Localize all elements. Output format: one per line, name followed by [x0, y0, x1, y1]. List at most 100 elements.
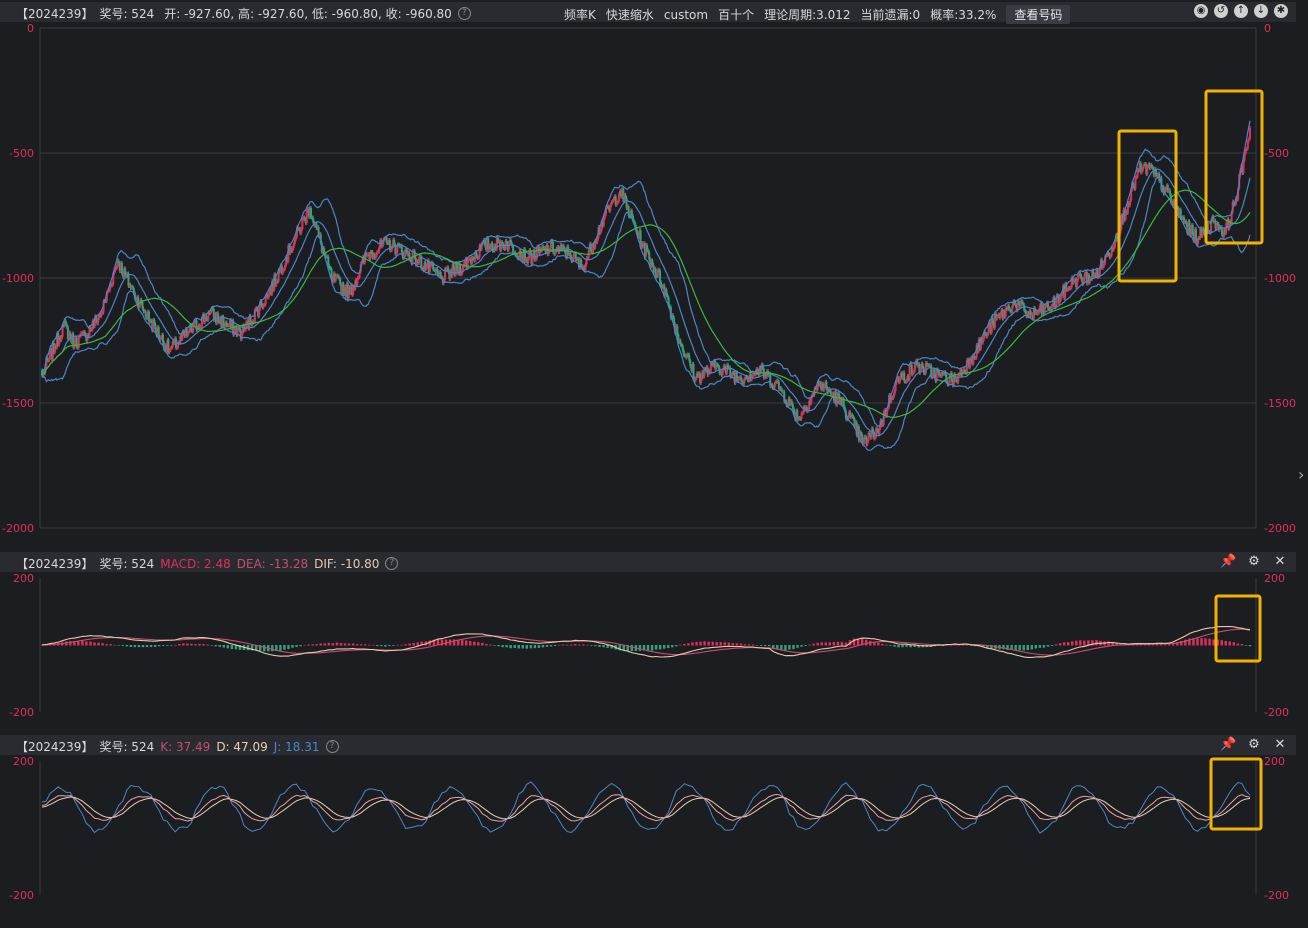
macd-bar — [683, 643, 686, 646]
macd-bar — [1042, 645, 1046, 648]
macd-bar — [489, 644, 492, 646]
macd-value: MACD: 2.48 — [160, 556, 231, 571]
kdj-help-icon[interactable]: ? — [325, 740, 339, 753]
macd-bar — [703, 641, 706, 646]
kdj-settings-icon[interactable]: ⚙ — [1246, 737, 1262, 753]
y-tick-label: -500 — [9, 147, 34, 160]
highlight-box — [1214, 594, 1262, 663]
macd-bar — [590, 645, 593, 646]
macd-bar — [671, 645, 674, 648]
kdj-close-icon[interactable]: ✕ — [1272, 737, 1288, 753]
kdj-chart[interactable]: 200 200 -200 -200 — [0, 755, 1296, 905]
header-item-custom[interactable]: custom — [664, 8, 708, 22]
kdj-winning-number: 奖号: 524 — [99, 740, 155, 754]
macd-bar — [630, 645, 634, 652]
macd-bar — [376, 645, 379, 647]
macd-bar — [566, 644, 569, 646]
macd-bar — [650, 645, 654, 651]
macd-bar — [1240, 644, 1244, 646]
macd-bar — [1212, 639, 1215, 646]
macd-bar — [1066, 642, 1070, 646]
header-item-digits[interactable]: 百十个 — [718, 6, 754, 23]
macd-bar — [743, 644, 747, 646]
arrow-down-icon[interactable]: ↓ — [1254, 4, 1268, 18]
macd-bar — [901, 645, 904, 648]
macd-bar — [529, 645, 533, 649]
macd-bar — [828, 642, 832, 646]
macd-bar — [380, 645, 383, 647]
d-line — [41, 796, 1251, 820]
macd-bar — [226, 645, 230, 649]
macd-bar — [739, 643, 743, 646]
arrow-up-icon[interactable]: ↑ — [1234, 4, 1248, 18]
macd-bar — [727, 642, 731, 646]
macd-bar — [788, 645, 791, 650]
macd-bar — [153, 645, 157, 647]
macd-bar — [283, 645, 286, 650]
macd-close-icon[interactable]: ✕ — [1272, 554, 1288, 570]
macd-bar — [291, 645, 294, 648]
macd-bar — [214, 645, 217, 647]
settings-icon[interactable]: ✱ — [1274, 4, 1288, 18]
macd-bar — [832, 642, 836, 646]
macd-bar — [355, 644, 359, 646]
macd-bar — [1204, 638, 1207, 646]
macd-bar — [392, 645, 395, 646]
macd-bar — [1054, 644, 1058, 646]
macd-settings-icon[interactable]: ⚙ — [1246, 554, 1262, 570]
macd-bar — [452, 639, 456, 646]
macd-bar — [905, 645, 908, 648]
expand-arrow-icon[interactable]: › — [1298, 465, 1308, 485]
macd-bar — [1030, 645, 1034, 650]
macd-bar — [509, 645, 512, 649]
header-item-frequency-k[interactable]: 频率K — [564, 6, 596, 23]
y-tick-label: -200 — [9, 706, 34, 719]
macd-bar — [182, 643, 185, 646]
macd-bar — [388, 645, 391, 647]
macd-bar — [460, 640, 464, 646]
macd-bar — [166, 645, 169, 646]
macd-bar — [1038, 645, 1042, 648]
macd-bar — [784, 645, 787, 651]
issue-label: 【2024239】 — [16, 7, 94, 21]
macd-bar — [501, 645, 504, 648]
macd-bar — [404, 644, 407, 646]
header-item-fast-shrink[interactable]: 快速缩水 — [606, 6, 654, 23]
macd-bar — [687, 643, 690, 646]
macd-bar — [553, 645, 557, 646]
help-icon[interactable]: ? — [457, 7, 471, 20]
candlestick-chart[interactable]: 0 0 -500 -500 -1000 -1000 -1500 -1500 -2000 -2000 — [0, 24, 1296, 544]
view-numbers-button[interactable]: 查看号码 — [1006, 5, 1071, 24]
macd-bar — [202, 644, 205, 646]
macd-bar — [521, 645, 524, 649]
macd-help-icon[interactable]: ? — [385, 557, 399, 570]
macd-bar — [485, 643, 488, 646]
macd-bar — [1167, 644, 1171, 646]
macd-bar — [747, 644, 751, 646]
macd-bar — [218, 645, 221, 647]
macd-bar — [1014, 645, 1017, 651]
macd-bar — [1159, 644, 1163, 646]
macd-bar — [715, 642, 718, 646]
macd-bar — [77, 641, 80, 646]
compass-icon[interactable]: ◉ — [1194, 4, 1208, 18]
macd-bar — [137, 645, 141, 648]
macd-bar — [307, 644, 310, 646]
macd-chart[interactable]: 200 200 -200 -200 — [0, 572, 1296, 722]
macd-bar — [877, 642, 880, 646]
macd-bar — [864, 639, 868, 646]
macd-bar — [505, 645, 508, 648]
kdj-pin-icon[interactable]: 📌 — [1220, 737, 1236, 753]
y-tick-label-right: 200 — [1264, 755, 1285, 768]
macd-bar — [222, 645, 226, 648]
macd-bar — [1018, 645, 1021, 651]
macd-bar — [121, 645, 125, 646]
macd-bar — [141, 645, 145, 648]
undo-icon[interactable]: ↺ — [1214, 4, 1228, 18]
pin-icon[interactable]: 📌 — [1220, 554, 1236, 570]
macd-bar — [691, 642, 694, 646]
macd-bar — [525, 645, 529, 649]
macd-bar — [1163, 644, 1167, 646]
macd-bar — [206, 644, 209, 646]
macd-bar — [897, 645, 900, 648]
